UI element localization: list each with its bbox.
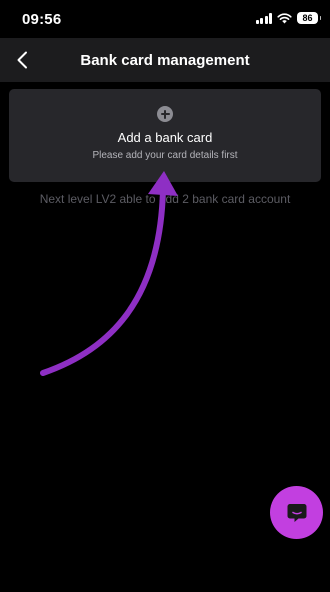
add-card-title: Add a bank card [117, 130, 213, 145]
wifi-icon [277, 12, 292, 23]
add-bank-card-button[interactable]: Add a bank card Please add your card det… [9, 89, 321, 182]
add-card-subtitle: Please add your card details first [92, 150, 238, 161]
level-note: Next level LV2 able to add 2 bank card a… [39, 192, 291, 206]
chat-button[interactable] [270, 486, 323, 539]
back-button[interactable] [8, 46, 36, 74]
chat-icon [287, 503, 306, 522]
status-time: 09:56 [22, 11, 62, 28]
signal-icon [255, 12, 272, 24]
status-icons: 86 [255, 12, 321, 24]
battery-icon: 86 [297, 12, 321, 24]
chevron-left-icon [17, 51, 27, 69]
page-title: Bank card management [80, 51, 250, 69]
plus-circle-icon [157, 106, 173, 122]
status-bar: 09:56 86 [0, 0, 330, 38]
header-bar: Bank card management [0, 38, 330, 82]
battery-level: 86 [302, 13, 313, 23]
